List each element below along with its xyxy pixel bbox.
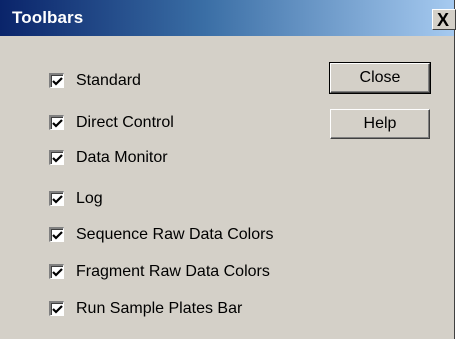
checkmark-icon (52, 154, 63, 163)
checkbox-fragment-raw-data-colors[interactable] (49, 264, 64, 279)
option-label: Data Monitor (76, 149, 168, 166)
checkmark-icon (52, 195, 63, 204)
checkbox-run-sample-plates-bar[interactable] (49, 301, 64, 316)
checkmark-icon (52, 77, 63, 86)
checkbox-log[interactable] (49, 191, 64, 206)
option-label: Log (76, 190, 103, 207)
title-close-button[interactable]: X (432, 9, 456, 30)
checkmark-icon (52, 231, 63, 240)
option-label: Sequence Raw Data Colors (76, 226, 274, 243)
checkmark-icon (52, 119, 63, 128)
checkbox-direct-control[interactable] (49, 115, 64, 130)
checkbox-data-monitor[interactable] (49, 150, 64, 165)
title-bar[interactable]: Toolbars X (0, 0, 456, 36)
option-label: Run Sample Plates Bar (76, 300, 243, 317)
checkbox-standard[interactable] (49, 73, 64, 88)
close-icon: X (437, 10, 450, 30)
close-button[interactable]: Close (329, 62, 431, 94)
option-label: Fragment Raw Data Colors (76, 263, 270, 280)
option-label: Direct Control (76, 114, 174, 131)
checkbox-sequence-raw-data-colors[interactable] (49, 227, 64, 242)
checkmark-icon (52, 268, 63, 277)
checkmark-icon (52, 305, 63, 314)
help-button[interactable]: Help (330, 109, 430, 139)
option-label: Standard (76, 72, 141, 89)
window-title: Toolbars (12, 8, 84, 27)
toolbars-dialog: Toolbars X Standard Direct Control Data … (0, 0, 456, 339)
